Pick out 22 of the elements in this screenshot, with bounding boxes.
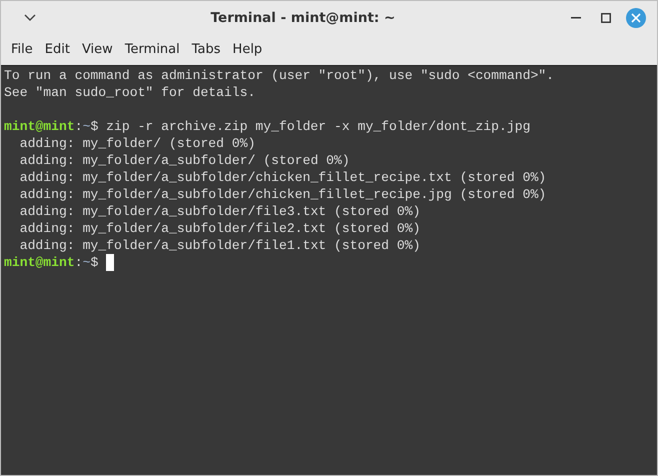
- menu-item[interactable]: Terminal: [118, 38, 186, 62]
- maximize-icon: [601, 13, 611, 23]
- prompt-line: mint@mint:~$ zip -r archive.zip my_folder -x my_folder/dont_zip.jpg: [4, 118, 530, 135]
- output-line: adding: my_folder/a_subfolder/chicken_fillet_recipe.txt (stored 0%): [18, 169, 546, 186]
- close-icon: [626, 8, 646, 28]
- output-line: adding: my_folder/ (stored 0%): [18, 135, 256, 152]
- output-line: adding: my_folder/a_subfolder/file2.txt (stored 0%): [18, 220, 420, 237]
- menu-item[interactable]: Edit: [38, 38, 76, 62]
- output-line: adding: my_folder/a_subfolder/file3.txt (stored 0%): [18, 203, 420, 220]
- menu-item[interactable]: Help: [226, 38, 268, 62]
- prompt-line: mint@mint:~$: [4, 254, 98, 271]
- window-title: Terminal - mint@mint: ~: [210, 8, 396, 28]
- output-line: adding: my_folder/a_subfolder/ (stored 0%): [18, 152, 350, 169]
- minimize-icon: [571, 17, 581, 19]
- chevron-down-icon: [24, 14, 36, 22]
- menu-item[interactable]: Tabs: [186, 38, 227, 62]
- output-line: adding: my_folder/a_subfolder/file1.txt (stored 0%): [18, 237, 420, 254]
- output-line: To run a command as administrator (user "root"), use "sudo <command>".: [4, 67, 554, 84]
- output-line: See "man sudo_root" for details.: [4, 84, 256, 101]
- menu-item[interactable]: View: [76, 38, 119, 62]
- output-line: adding: my_folder/a_subfolder/chicken_fillet_recipe.jpg (stored 0%): [18, 186, 546, 203]
- menu-item[interactable]: File: [5, 38, 39, 62]
